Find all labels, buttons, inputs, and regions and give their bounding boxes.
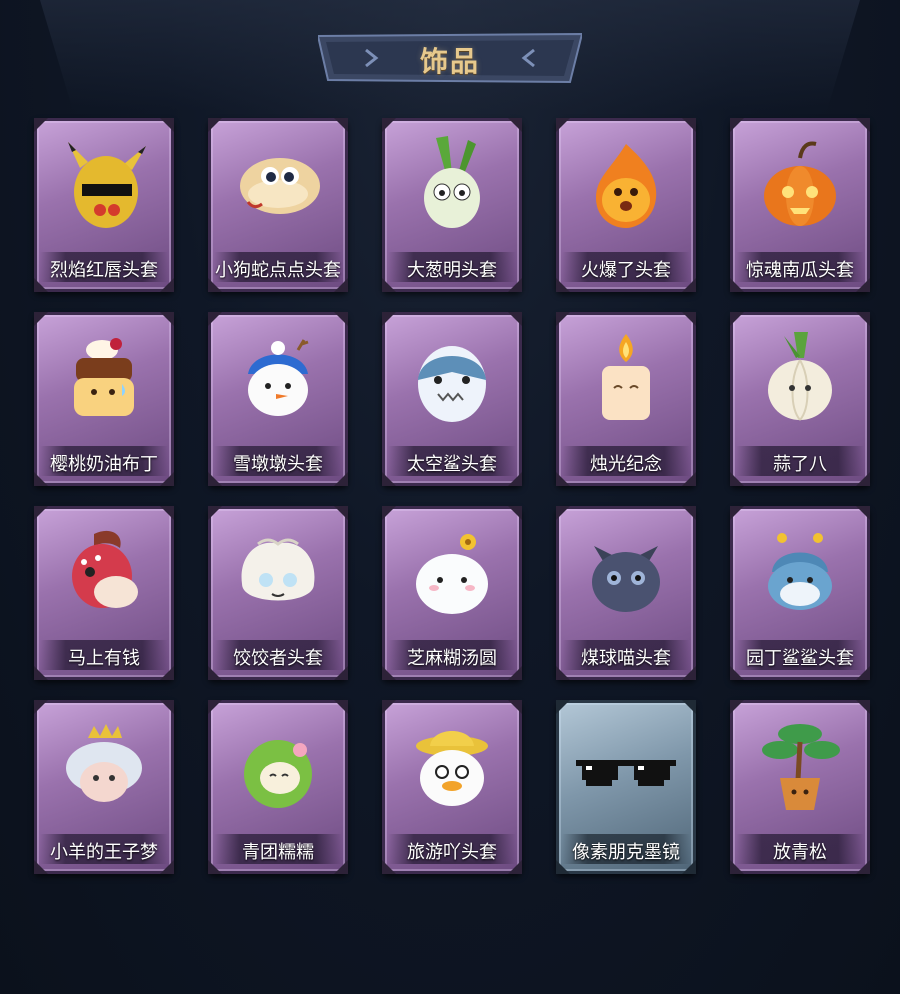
item-name: 像素朋克墨镜 — [572, 842, 680, 863]
item-card[interactable]: 樱桃奶油布丁 — [34, 312, 174, 486]
item-name: 蒜了八 — [773, 454, 827, 475]
item-name: 旅游吖头套 — [407, 842, 497, 863]
item-card[interactable]: 大葱明头套 — [382, 118, 522, 292]
space-shark-hood-icon — [418, 346, 486, 422]
black-cat-hood-icon — [592, 546, 660, 612]
item-name: 烈焰红唇头套 — [50, 260, 158, 281]
item-name: 樱桃奶油布丁 — [50, 454, 158, 475]
item-name: 芝麻糊汤圆 — [407, 648, 497, 669]
item-card[interactable]: 马上有钱 — [34, 506, 174, 680]
horse-hood-icon — [72, 530, 138, 608]
item-name: 马上有钱 — [68, 648, 140, 669]
item-name: 大葱明头套 — [407, 260, 497, 281]
pumpkin-hood-icon — [764, 141, 836, 226]
snowman-hood-icon — [248, 339, 309, 416]
pikachu-glasses-hood-icon — [68, 142, 146, 228]
garlic-hood-icon — [768, 332, 832, 421]
item-card[interactable]: 惊魂南瓜头套 — [730, 118, 870, 292]
item-name: 烛光纪念 — [590, 454, 662, 475]
duck-hat-hood-icon — [416, 731, 488, 806]
item-card[interactable]: 雪墩墩头套 — [208, 312, 348, 486]
item-name: 惊魂南瓜头套 — [746, 260, 854, 281]
gardener-shark-hood-icon — [768, 533, 832, 610]
dumpling-hood-icon — [241, 538, 315, 601]
page-title: 饰品 — [419, 45, 480, 78]
item-card[interactable]: 小狗蛇点点头套 — [208, 118, 348, 292]
candle-hood-icon — [602, 334, 650, 420]
item-card[interactable]: 火爆了头套 — [556, 118, 696, 292]
item-card[interactable]: 小羊的王子梦 — [34, 700, 174, 874]
fire-sprite-hood-icon — [596, 144, 657, 228]
sheep-crown-hood-icon — [66, 724, 142, 802]
item-card[interactable]: 太空鲨头套 — [382, 312, 522, 486]
item-name: 小狗蛇点点头套 — [215, 260, 341, 281]
item-name: 太空鲨头套 — [407, 454, 497, 475]
pixel-sunglasses-icon — [576, 760, 676, 786]
green-dumpling-hood-icon — [244, 740, 312, 808]
item-name: 放青松 — [773, 842, 827, 863]
item-card[interactable]: 像素朋克墨镜 — [556, 700, 696, 874]
item-card[interactable]: 旅游吖头套 — [382, 700, 522, 874]
item-card[interactable]: 放青松 — [730, 700, 870, 874]
item-name: 青团糯糯 — [242, 842, 314, 863]
item-name: 小羊的王子梦 — [50, 842, 158, 863]
item-card[interactable]: 青团糯糯 — [208, 700, 348, 874]
section-title-banner: 饰品 — [318, 32, 582, 84]
bonsai-pine-icon — [762, 724, 840, 810]
green-onion-hood-icon — [424, 136, 480, 228]
item-name: 煤球喵头套 — [581, 648, 671, 669]
item-card[interactable]: 烛光纪念 — [556, 312, 696, 486]
item-card[interactable]: 煤球喵头套 — [556, 506, 696, 680]
snake-hood-icon — [240, 158, 320, 214]
item-name: 雪墩墩头套 — [233, 454, 323, 475]
tangyuan-hood-icon — [416, 534, 488, 614]
item-card[interactable]: 烈焰红唇头套 — [34, 118, 174, 292]
item-name: 园丁鲨鲨头套 — [746, 648, 854, 669]
item-name: 火爆了头套 — [581, 260, 671, 281]
item-card[interactable]: 蒜了八 — [730, 312, 870, 486]
item-name: 饺饺者头套 — [233, 648, 323, 669]
item-card[interactable]: 饺饺者头套 — [208, 506, 348, 680]
item-card[interactable]: 芝麻糊汤圆 — [382, 506, 522, 680]
item-card[interactable]: 园丁鲨鲨头套 — [730, 506, 870, 680]
accessory-grid: 烈焰红唇头套 小狗蛇点点头套 大葱明头套 火爆了头套 惊魂南瓜头套 樱桃奶油布丁… — [30, 114, 872, 874]
pudding-hood-icon — [74, 338, 134, 416]
